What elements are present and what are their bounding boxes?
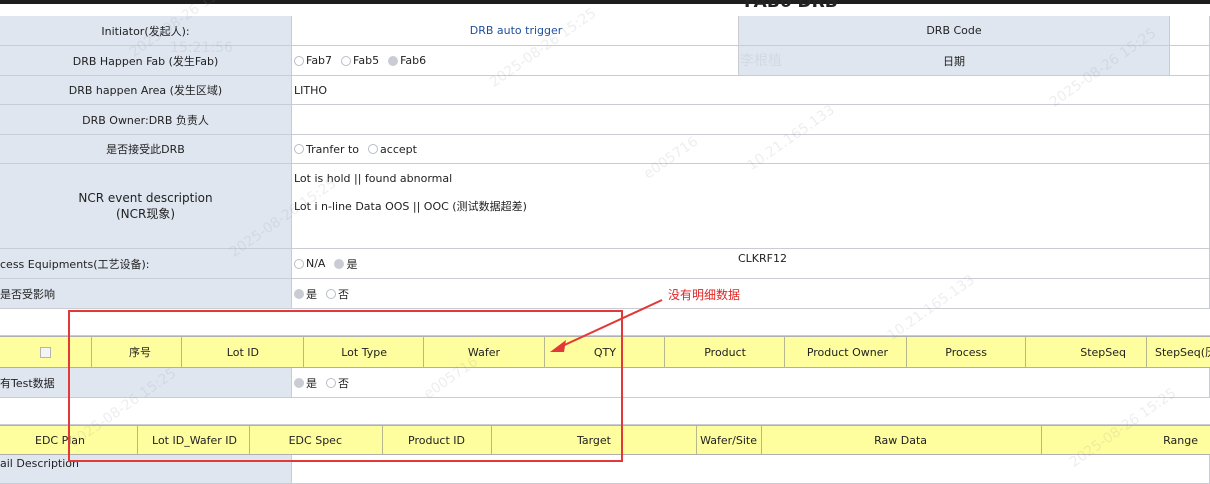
happen-fab-label: DRB Happen Fab (发生Fab): [0, 46, 292, 76]
initiator-value: DRB auto trigger: [292, 16, 739, 46]
radio-circle-icon: [368, 144, 379, 154]
ncr-line-1: Lot is hold || found abnormal: [294, 172, 453, 185]
owner-label: DRB Owner:DRB 负责人: [0, 105, 292, 135]
fab7-radio[interactable]: Fab7: [294, 54, 332, 67]
fab5-radio[interactable]: Fab5: [341, 54, 379, 67]
edc-col-range: Range: [1163, 433, 1198, 447]
ncr-label-line2: (NCR现象): [115, 206, 176, 221]
happen-area-value: LITHO: [292, 76, 1210, 105]
radio-checked-icon: [294, 288, 304, 299]
affect-no-radio[interactable]: 否: [326, 286, 349, 302]
radio-circle-icon: [294, 258, 304, 269]
radio-checked-icon: [388, 55, 399, 66]
radio-checked-icon: [334, 258, 345, 269]
lot-col-product-owner: Product Owner: [785, 337, 907, 367]
radio-circle-icon: [341, 55, 352, 66]
affect-yes-radio[interactable]: 是: [294, 286, 317, 302]
lot-col-stepseq-hist: StepSeq(历: [1155, 346, 1210, 359]
owner-value[interactable]: [292, 105, 1210, 135]
window-top-strip: [0, 0, 1210, 4]
annotation-highlight-box: [68, 310, 623, 462]
radio-circle-icon: [294, 144, 304, 154]
date-value[interactable]: [1170, 46, 1210, 76]
happen-fab-radio-group: Fab7 Fab5 Fab6: [292, 46, 739, 76]
affect-label: 是否受影响: [0, 279, 292, 309]
checkbox-icon: [40, 346, 51, 358]
affect-radio-group: 是 否: [292, 279, 1210, 309]
accept-radio[interactable]: accept: [368, 143, 417, 156]
drb-code-label: DRB Code: [739, 16, 1170, 46]
drb-code-value[interactable]: [1170, 16, 1210, 46]
equip-value: CLKRF12: [738, 252, 787, 265]
accept-label: 是否接受此DRB: [0, 135, 292, 164]
ncr-description: Lot is hold || found abnormal Lot i n-li…: [292, 164, 1210, 249]
date-label: 日期: [739, 46, 1170, 76]
lot-col-process: Process: [907, 337, 1026, 367]
radio-circle-icon: [294, 55, 304, 66]
radio-circle-icon: [326, 288, 336, 299]
initiator-label: Initiator(发起人):: [0, 16, 292, 46]
annotation-text: 没有明细数据: [668, 288, 741, 302]
lot-col-stepseq: StepSeq: [1026, 337, 1147, 367]
equip-label: cess Equipments(工艺设备):: [0, 249, 292, 279]
ncr-label: NCR event description (NCR现象): [0, 164, 292, 249]
transfer-radio[interactable]: Tranfer to: [294, 143, 359, 156]
fab6-radio[interactable]: Fab6: [388, 54, 426, 67]
accept-radio-group: Tranfer to accept: [292, 135, 1210, 164]
lot-col-product: Product: [665, 337, 785, 367]
equip-na-radio[interactable]: N/A: [294, 257, 325, 270]
edc-col-raw-data: Raw Data: [762, 426, 1042, 454]
ncr-label-line1: NCR event description: [78, 190, 213, 205]
happen-area-label: DRB happen Area (发生区域): [0, 76, 292, 105]
edc-col-wafer-site: Wafer/Site: [697, 426, 762, 454]
equip-yes-radio[interactable]: 是: [334, 256, 357, 272]
top-bar: [0, 0, 1210, 16]
ncr-line-2: Lot i n-line Data OOS || OOC (测试数据超差): [294, 200, 527, 213]
page-title: FAB6 DRB: [744, 0, 838, 12]
